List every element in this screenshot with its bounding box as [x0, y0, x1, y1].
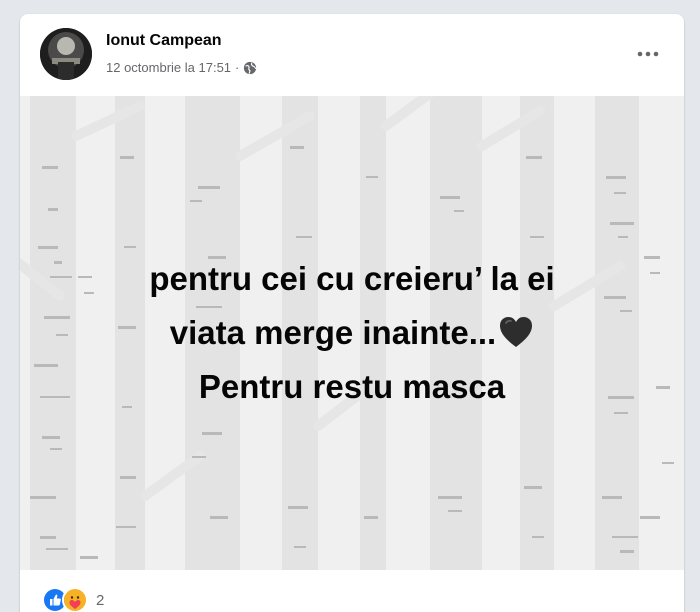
reactions-summary[interactable]: 2 [42, 587, 104, 612]
post-media[interactable]: pentru cei cu creieru’ la ei viata merge… [20, 96, 684, 570]
post-text-line-2-text: viata merge inainte... [169, 314, 497, 351]
reaction-count[interactable]: 2 [96, 592, 104, 609]
more-options-icon[interactable] [632, 38, 664, 70]
care-reaction-icon [62, 587, 88, 612]
meta-separator: · [235, 60, 240, 75]
post-timestamp[interactable]: 12 octombrie la 17:51 [106, 60, 231, 75]
post-text-line-1: pentru cei cu creieru’ la ei [149, 260, 555, 297]
author-name[interactable]: Ionut Campean [106, 32, 222, 50]
avatar-image [40, 28, 92, 80]
globe-icon[interactable] [243, 61, 257, 75]
avatar[interactable] [40, 28, 92, 80]
post-text: pentru cei cu creieru’ la ei viata merge… [20, 252, 684, 414]
post-card: Ionut Campean 12 octombrie la 17:51 · pe… [20, 14, 684, 612]
post-header: Ionut Campean 12 octombrie la 17:51 · [20, 14, 684, 96]
post-meta: 12 octombrie la 17:51 · [106, 60, 257, 75]
black-heart-icon [498, 311, 534, 347]
post-footer: 2 [20, 570, 684, 612]
post-text-line-2: viata merge inainte... [20, 306, 684, 360]
post-text-line-3: Pentru restu masca [198, 368, 506, 405]
